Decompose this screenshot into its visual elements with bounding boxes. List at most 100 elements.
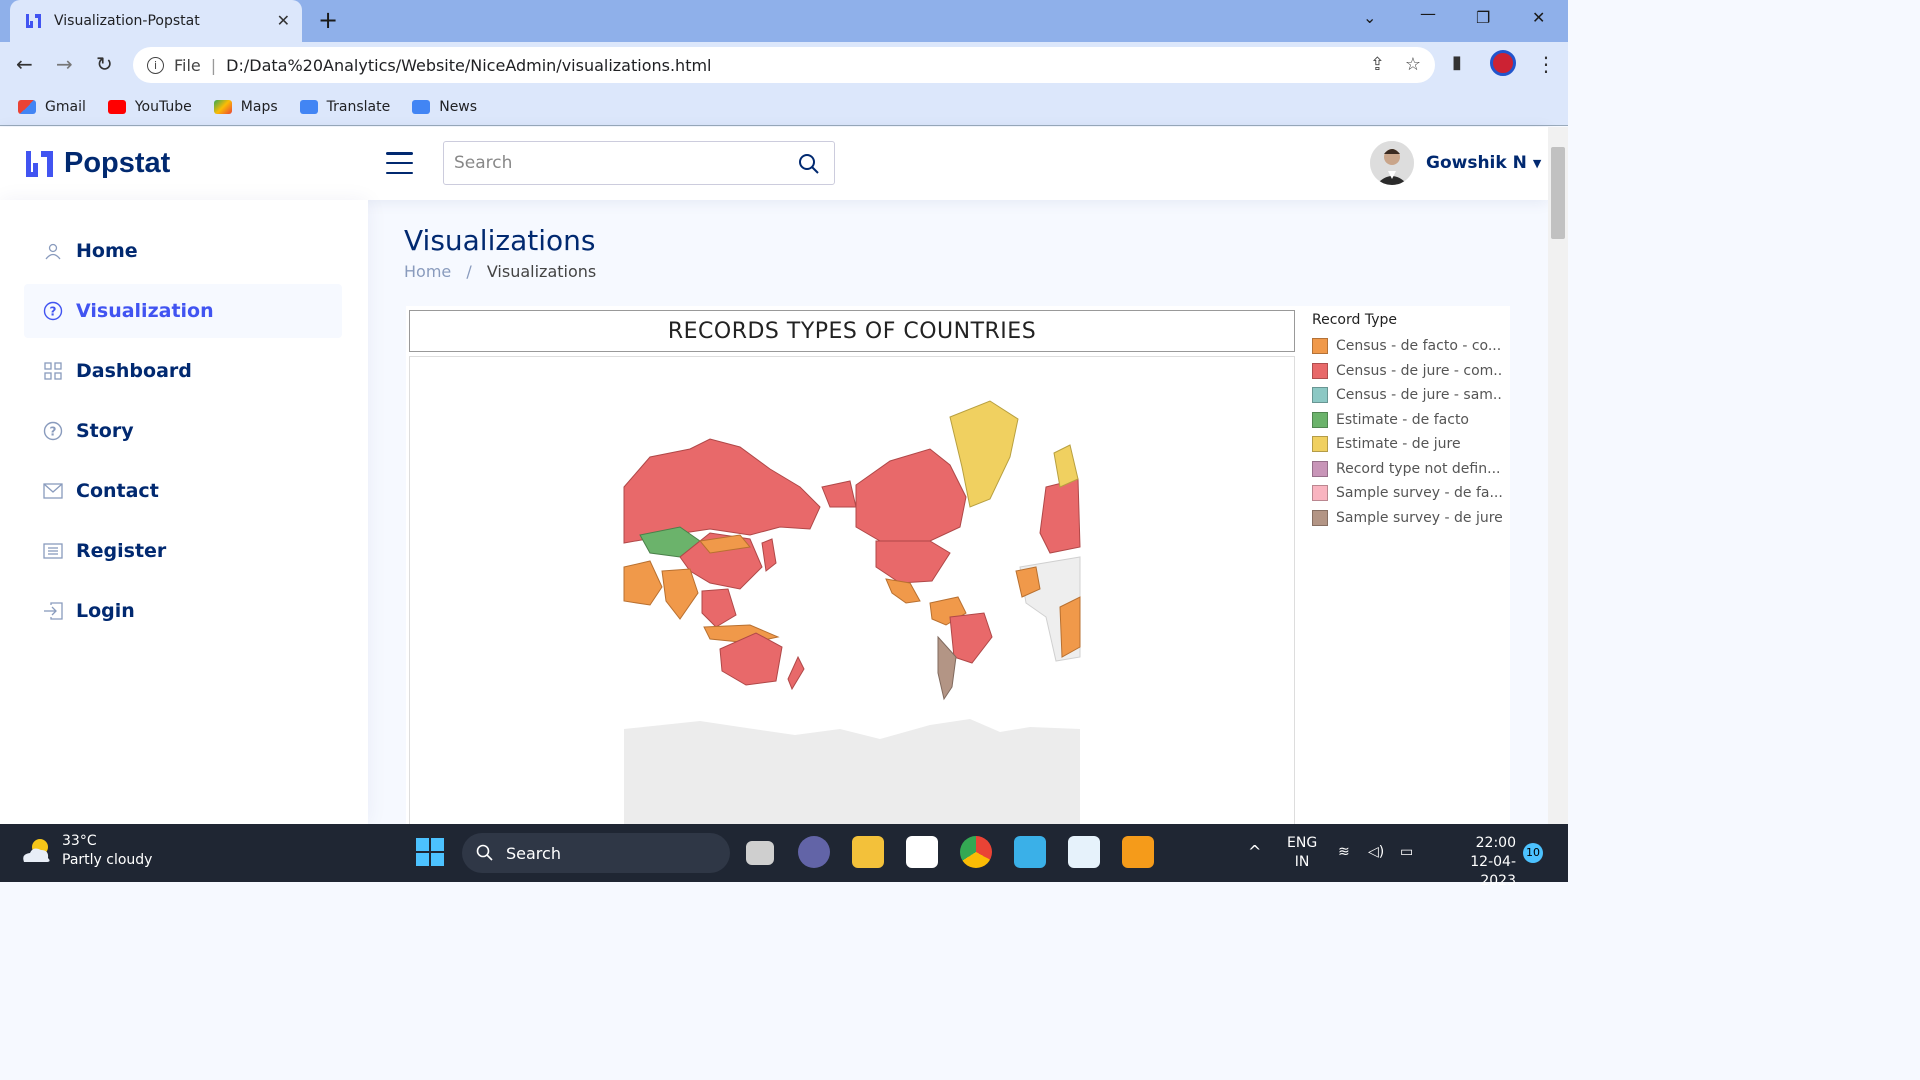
chevron-down-icon: ▼: [1532, 156, 1542, 170]
side-panel-icon[interactable]: ▮: [1452, 52, 1462, 73]
weather-text: Partly cloudy: [62, 852, 153, 868]
box-arrow-in-right-icon: [42, 600, 64, 622]
teams-icon[interactable]: [798, 836, 830, 868]
notification-badge[interactable]: 10: [1523, 843, 1543, 863]
language-indicator[interactable]: ENG IN: [1287, 834, 1317, 872]
address-bar[interactable]: i File | D:/Data%20Analytics/Website/Nic…: [133, 47, 1435, 83]
legend-title: Record Type: [1312, 312, 1397, 328]
file-explorer-icon[interactable]: [852, 836, 884, 868]
world-map-graphic[interactable]: [410, 357, 1295, 824]
microsoft-store-icon[interactable]: [906, 836, 938, 868]
hamburger-menu-icon[interactable]: [386, 152, 413, 174]
legend-item[interactable]: Estimate - de jure: [1312, 432, 1502, 457]
bookmark-gmail[interactable]: Gmail: [18, 99, 86, 115]
legend-label: Census - de jure - sam...: [1336, 387, 1502, 404]
legend-item[interactable]: Sample survey - de fa...: [1312, 481, 1502, 506]
search-placeholder: Search: [454, 153, 513, 173]
search-input[interactable]: Search: [443, 141, 835, 185]
time: 22:00: [1475, 835, 1516, 851]
wifi-icon[interactable]: ≋: [1338, 843, 1350, 862]
bookmark-maps[interactable]: Maps: [213, 98, 278, 115]
back-icon[interactable]: ←: [16, 52, 33, 76]
chrome-icon[interactable]: [960, 836, 992, 868]
world-map[interactable]: [409, 356, 1295, 824]
volume-icon[interactable]: ◁): [1368, 843, 1384, 862]
breadcrumb-separator: /: [466, 262, 472, 281]
sidebar-item-label: Login: [76, 600, 135, 622]
chevron-up-icon[interactable]: ^: [1248, 842, 1261, 861]
sidebar-item-home[interactable]: Home: [24, 224, 342, 278]
bookmark-translate[interactable]: Translate: [299, 99, 390, 115]
translate-icon: [299, 99, 318, 114]
legend-item[interactable]: Estimate - de facto: [1312, 408, 1502, 433]
menu-kebab-icon[interactable]: ⋮: [1536, 52, 1556, 76]
legend-label: Census - de jure - com...: [1336, 362, 1502, 379]
clock[interactable]: 22:00 12-04-2023: [1436, 834, 1516, 891]
logo-text: Popstat: [64, 147, 171, 179]
sublime-text-icon[interactable]: [1122, 836, 1154, 868]
sidebar-item-visualization[interactable]: ? Visualization: [24, 284, 342, 338]
legend-item[interactable]: Record type not defin...: [1312, 457, 1502, 482]
tab-close-icon[interactable]: ✕: [277, 11, 290, 30]
temperature: 33°C: [62, 833, 97, 849]
taskbar-search[interactable]: Search: [462, 833, 730, 873]
legend-item[interactable]: Census - de facto - co...: [1312, 334, 1502, 359]
popstat-logo-icon: [26, 150, 53, 177]
browser-tab[interactable]: Visualization-Popstat ✕: [10, 0, 302, 42]
window-close-icon[interactable]: ✕: [1532, 8, 1545, 27]
logo[interactable]: Popstat: [24, 147, 170, 180]
tab-search-icon[interactable]: ⌄: [1363, 8, 1376, 27]
windows-start-icon[interactable]: [414, 836, 446, 868]
page-scrollbar[interactable]: [1548, 127, 1568, 824]
partly-cloudy-icon: [23, 839, 50, 862]
page-title: Visualizations: [404, 224, 596, 257]
grid-icon: [42, 360, 64, 382]
sidebar-item-register[interactable]: Register: [24, 524, 342, 578]
news-icon: [412, 99, 431, 114]
breadcrumb-home[interactable]: Home: [404, 262, 451, 281]
taskbar-search-label: Search: [506, 843, 561, 863]
scrollbar-thumb[interactable]: [1551, 147, 1565, 239]
url-text[interactable]: D:/Data%20Analytics/Website/NiceAdmin/vi…: [226, 56, 711, 75]
map-region-antarctica: [624, 719, 1080, 824]
legend-item[interactable]: Census - de jure - com...: [1312, 359, 1502, 384]
sidebar-item-contact[interactable]: Contact: [24, 464, 342, 518]
task-view-icon[interactable]: [746, 841, 774, 865]
tableau-icon[interactable]: [1068, 836, 1100, 868]
bookmark-label: Maps: [240, 98, 278, 115]
legend-item[interactable]: Sample survey - de jure: [1312, 506, 1502, 531]
svg-text:?: ?: [50, 425, 57, 439]
bookmark-star-icon[interactable]: ☆: [1405, 54, 1421, 75]
battery-icon[interactable]: ▭: [1400, 843, 1413, 862]
youtube-icon: [107, 99, 126, 114]
legend-label: Sample survey - de fa...: [1336, 485, 1502, 502]
map-region-canada: [855, 448, 967, 542]
bookmark-youtube[interactable]: YouTube: [107, 99, 192, 115]
gmail-icon: [18, 99, 36, 114]
forward-icon[interactable]: →: [56, 52, 73, 76]
share-icon[interactable]: ⇪: [1370, 54, 1385, 75]
legend-item[interactable]: Census - de jure - sam...: [1312, 383, 1502, 408]
legend-swatch: [1312, 411, 1328, 428]
search-icon[interactable]: [798, 153, 820, 175]
legend-swatch: [1312, 460, 1328, 477]
sidebar-item-story[interactable]: ? Story: [24, 404, 342, 458]
svg-text:?: ?: [50, 305, 57, 319]
map-region-scandinavia: [1053, 444, 1079, 488]
bookmark-news[interactable]: News: [412, 99, 477, 115]
tableau-visualization[interactable]: RECORDS TYPES OF COUNTRIES Record Type C…: [406, 306, 1510, 824]
profile-dropdown[interactable]: Gowshik N ▼: [1370, 141, 1541, 185]
sidebar-item-dashboard[interactable]: Dashboard: [24, 344, 342, 398]
legend-swatch: [1312, 387, 1328, 404]
notepad-icon[interactable]: [1014, 836, 1046, 868]
site-info-icon[interactable]: i: [147, 56, 164, 74]
sidebar-item-login[interactable]: Login: [24, 584, 342, 638]
reload-icon[interactable]: ↻: [96, 52, 113, 76]
minimize-icon[interactable]: —: [1420, 4, 1436, 23]
new-tab-button[interactable]: +: [318, 6, 338, 34]
map-region-south-east-asia: [701, 588, 737, 628]
restore-icon[interactable]: ❐: [1476, 8, 1490, 27]
legend-swatch: [1312, 485, 1328, 502]
profile-avatar-icon[interactable]: [1490, 50, 1516, 76]
weather-widget[interactable]: 33°C Partly cloudy: [20, 832, 152, 870]
